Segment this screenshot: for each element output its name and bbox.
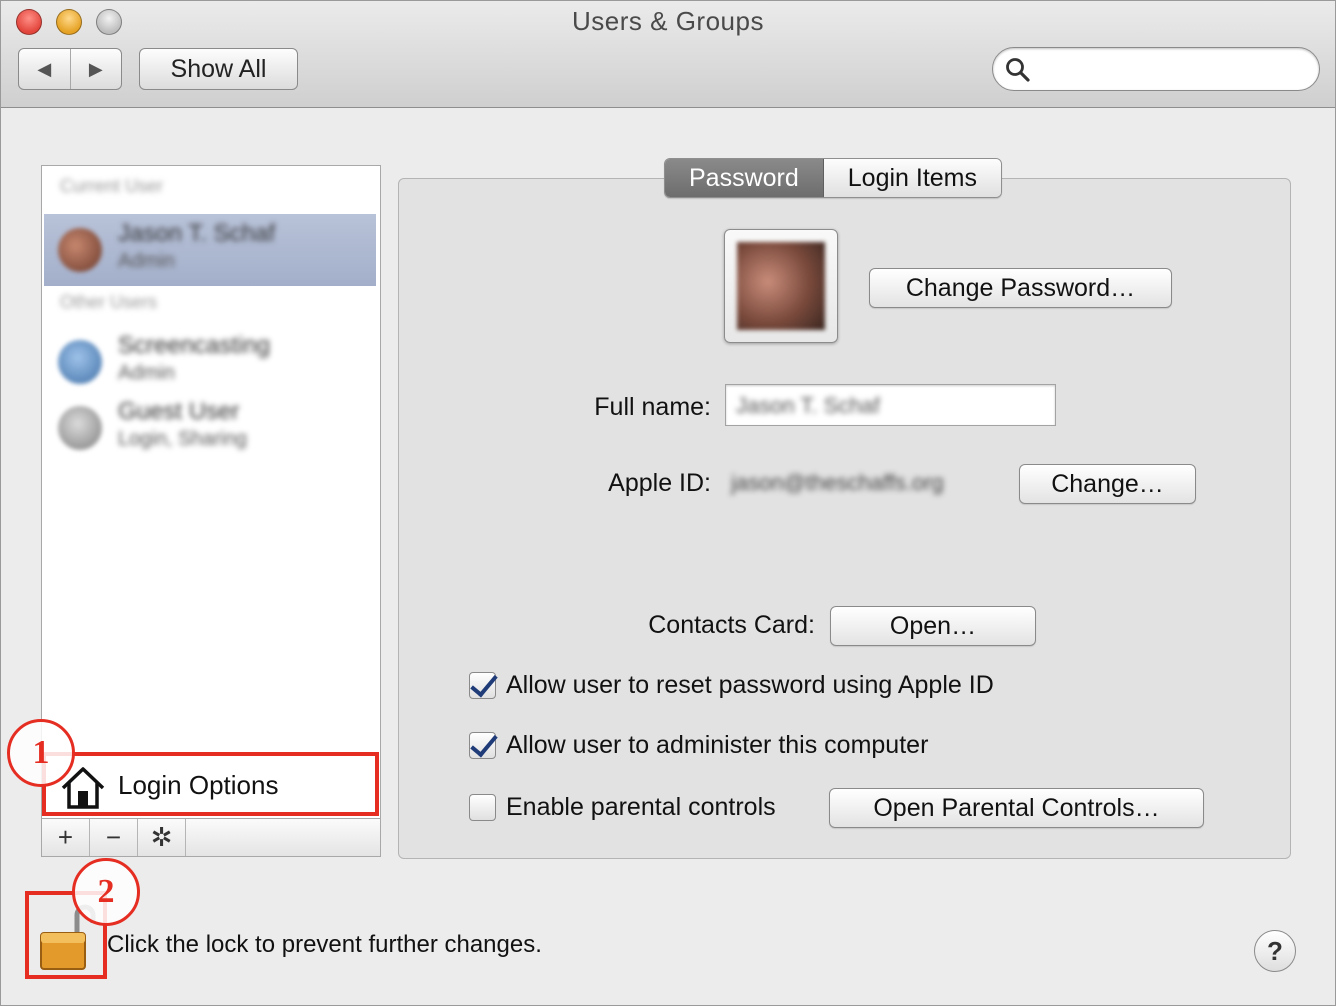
full-name-value: Jason T. Schaf [736,393,880,418]
parental-controls-checkbox[interactable] [469,794,496,821]
annotation-marker-2: 2 [72,858,140,926]
search-icon [1006,58,1030,82]
remove-user-button[interactable]: − [90,819,138,856]
toolbar: Users & Groups ◀ ▶ Show All [1,1,1335,108]
annotation-box-login-options [42,752,379,816]
tab-login-items[interactable]: Login Items [823,159,1002,197]
sidebar-button-bar: + − ✲ [41,819,381,857]
back-icon[interactable]: ◀ [19,49,70,89]
users-list: Current User Jason T. Schaf Admin Other … [41,165,381,819]
open-parental-controls-button[interactable]: Open Parental Controls… [829,788,1204,828]
change-apple-id-button[interactable]: Change… [1019,464,1196,504]
open-contacts-button[interactable]: Open… [830,606,1036,646]
user-row-current[interactable]: Jason T. Schaf Admin [44,214,376,286]
administer-label: Allow user to administer this computer [506,731,929,759]
reset-password-label: Allow user to reset password using Apple… [506,671,994,699]
avatar [58,228,102,272]
user-photo [737,242,825,330]
reset-password-option[interactable]: Allow user to reset password using Apple… [469,671,994,700]
parental-controls-option[interactable]: Enable parental controls [469,793,776,822]
apple-id-value: jason@theschaffs.org [731,470,944,495]
user-name: Jason T. Schaf [118,220,275,247]
change-password-button[interactable]: Change Password… [869,268,1172,308]
gear-icon[interactable]: ✲ [138,819,186,856]
back-forward-control: ◀ ▶ [18,48,122,90]
user-row-screencasting[interactable]: Screencasting Admin [44,326,376,398]
user-picture[interactable] [724,229,838,343]
tab-bar: Password Login Items [664,158,1003,198]
contacts-card-label: Contacts Card: [648,611,815,639]
full-name-label: Full name: [594,393,711,421]
user-name: Screencasting [118,332,271,359]
tab-password[interactable]: Password [665,159,824,197]
avatar [58,406,102,450]
help-button[interactable]: ? [1254,930,1296,972]
user-role: Admin [118,250,175,272]
user-name: Guest User [118,398,240,425]
administer-option[interactable]: Allow user to administer this computer [469,731,928,760]
users-groups-window: Users & Groups ◀ ▶ Show All Current User… [0,0,1336,1006]
other-users-heading: Other Users [60,292,158,312]
lock-message: Click the lock to prevent further change… [107,931,542,958]
user-role: Admin [118,362,175,384]
administer-checkbox[interactable] [469,732,496,759]
add-user-button[interactable]: + [42,819,90,856]
parental-controls-label: Enable parental controls [506,793,776,821]
apple-id-label: Apple ID: [608,469,711,497]
user-row-guest[interactable]: Guest User Login, Sharing [44,392,376,464]
search-field[interactable] [992,47,1320,91]
avatar [58,340,102,384]
reset-password-checkbox[interactable] [469,672,496,699]
full-name-field[interactable]: Jason T. Schaf [725,384,1056,426]
search-input[interactable] [1037,54,1307,84]
window-title: Users & Groups [572,6,764,36]
show-all-button[interactable]: Show All [139,48,298,90]
annotation-marker-1: 1 [7,719,75,787]
forward-icon[interactable]: ▶ [69,49,122,89]
current-user-heading: Current User [60,176,164,196]
user-role: Login, Sharing [118,428,247,450]
